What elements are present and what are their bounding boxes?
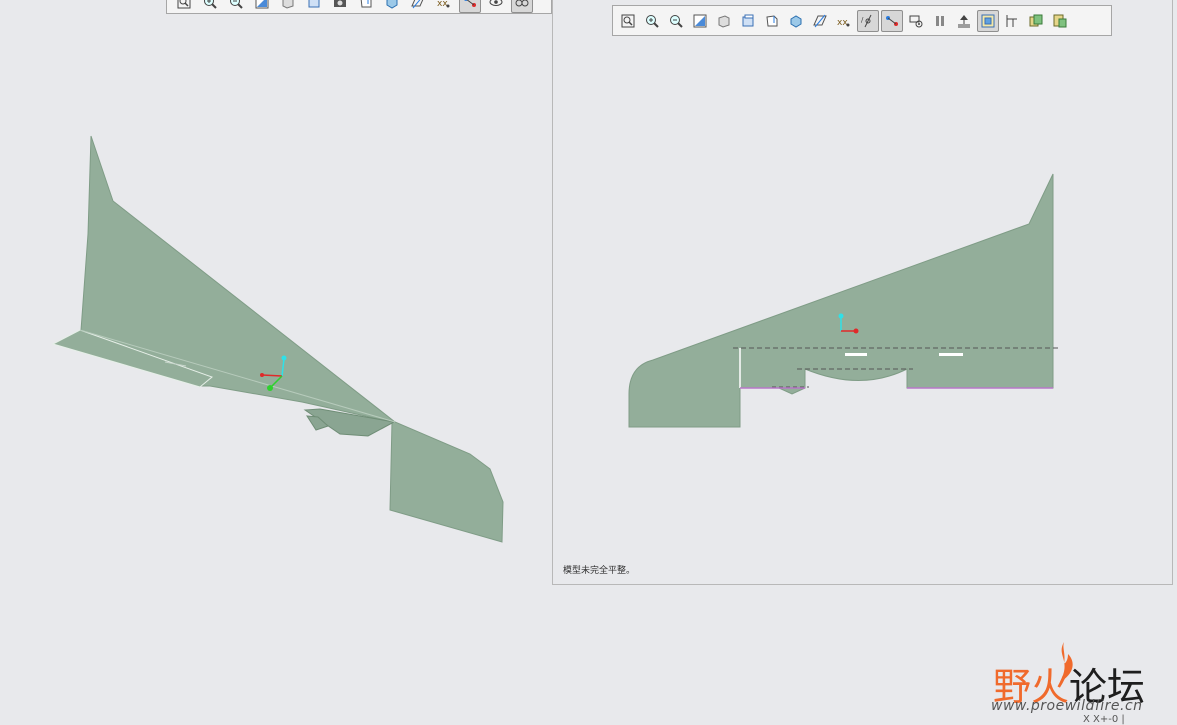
paste-sheet-button[interactable] <box>1049 10 1071 32</box>
datum-plane-button[interactable] <box>809 10 831 32</box>
pause-icon <box>936 15 944 26</box>
left-3d-viewport[interactable] <box>0 14 552 614</box>
saved-views-icon <box>742 14 754 26</box>
copy-sheet-icon <box>1029 14 1043 26</box>
repaint-icon <box>255 0 269 8</box>
dimension-button[interactable] <box>1001 10 1023 32</box>
bend-order-button[interactable] <box>953 10 975 32</box>
saved-views-button[interactable] <box>303 0 325 13</box>
datum-point-icon: xx <box>837 18 850 28</box>
shading-icon <box>718 14 730 28</box>
flat-surface <box>628 173 1054 428</box>
datum-axis-icon: / <box>861 14 872 27</box>
datum-plane-icon <box>813 14 827 27</box>
eye-button[interactable] <box>485 0 507 13</box>
paste-sheet-icon <box>1053 14 1067 27</box>
coordinate-readout: X X+-0 | <box>1083 714 1125 725</box>
svg-text:xx: xx <box>437 0 448 9</box>
zoom-in-button[interactable] <box>199 0 221 13</box>
zoom-out-button[interactable] <box>665 10 687 32</box>
refit-button[interactable] <box>617 10 639 32</box>
slot-2 <box>939 353 963 356</box>
csys-button[interactable] <box>881 9 903 32</box>
datum-plane-icon <box>411 0 423 8</box>
datum-point-icon: xx <box>437 0 450 9</box>
bend-order-icon <box>958 14 970 27</box>
refit-button[interactable] <box>173 0 195 13</box>
zoom-in-icon <box>646 14 659 28</box>
spin-center-button[interactable] <box>905 10 927 32</box>
dimension-icon <box>1006 14 1017 27</box>
camera-icon <box>334 0 346 7</box>
left-view-toolbar: xx <box>166 0 552 14</box>
datum-axis-button[interactable]: / <box>857 9 879 32</box>
svg-text:xx: xx <box>837 18 848 28</box>
refit-icon <box>177 0 191 8</box>
spin-center-icon <box>909 15 923 27</box>
saved-views-icon <box>308 0 320 7</box>
csys-button[interactable] <box>459 0 481 13</box>
datum-plane-button[interactable] <box>407 0 429 13</box>
shading-icon <box>282 0 294 9</box>
zoom-out-icon <box>230 0 243 9</box>
flat-tab <box>778 387 806 395</box>
view-orient-icon <box>766 14 778 26</box>
right-flat-viewport[interactable]: 模型未完全平整。 <box>552 0 1173 585</box>
repaint-button[interactable] <box>689 10 711 32</box>
view-orient-button[interactable] <box>355 0 377 13</box>
zoom-out-icon <box>670 14 683 28</box>
shading-button[interactable] <box>713 10 735 32</box>
status-message: 模型未完全平整。 <box>563 566 636 576</box>
copy-sheet-button[interactable] <box>1025 10 1047 32</box>
pause-button[interactable] <box>929 10 951 32</box>
datum-point-button[interactable]: xx <box>833 10 855 32</box>
glasses-button[interactable] <box>511 0 533 13</box>
forum-watermark: 野火论坛 www.proewildfire.cn <box>985 636 1175 724</box>
saved-views-button[interactable] <box>737 10 759 32</box>
datum-point-button[interactable]: xx <box>433 0 455 13</box>
flat-state-button[interactable] <box>977 9 999 32</box>
svg-text:/: / <box>861 16 864 24</box>
csys-icon <box>464 0 476 7</box>
watermark-url: www.proewildfire.cn <box>991 698 1143 714</box>
refit-icon <box>621 14 635 27</box>
slot-1 <box>845 353 867 356</box>
camera-button[interactable] <box>329 0 351 13</box>
reoriented-view-icon <box>790 14 802 28</box>
zoom-out-button[interactable] <box>225 0 247 13</box>
repaint-button[interactable] <box>251 0 273 13</box>
eye-icon <box>489 0 503 6</box>
view-orient-icon <box>360 0 372 7</box>
reoriented-view-button[interactable] <box>381 0 403 13</box>
repaint-icon <box>693 14 707 27</box>
shading-button[interactable] <box>277 0 299 13</box>
csys-icon <box>886 15 898 26</box>
zoom-in-button[interactable] <box>641 10 663 32</box>
view-orient-button[interactable] <box>761 10 783 32</box>
flat-pattern-model[interactable] <box>553 0 1174 585</box>
reoriented-view-button[interactable] <box>785 10 807 32</box>
reoriented-view-icon <box>386 0 398 9</box>
main-surface <box>79 135 504 543</box>
glasses-icon <box>515 0 529 6</box>
flat-state-icon <box>981 14 995 27</box>
right-view-toolbar: xx / <box>612 5 1112 36</box>
sheetmetal-model-3d[interactable] <box>0 14 552 614</box>
zoom-in-icon <box>204 0 217 9</box>
